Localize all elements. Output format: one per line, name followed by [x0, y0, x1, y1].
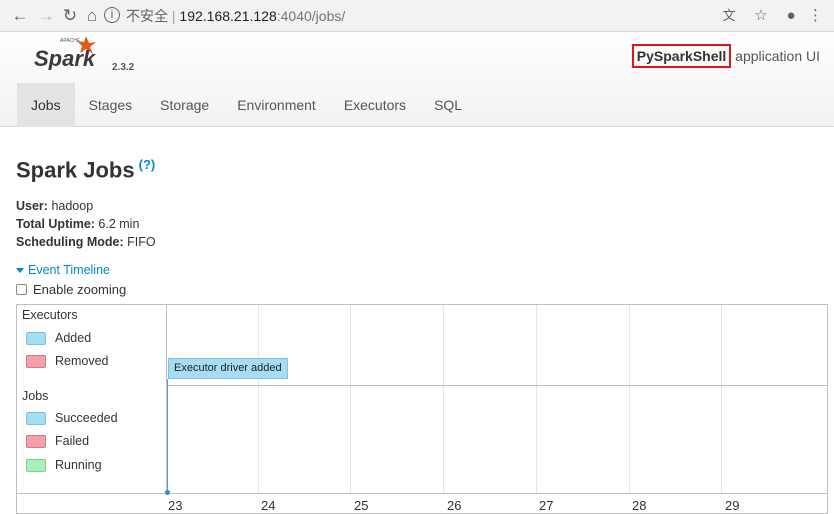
- url-path: :4040/jobs/: [276, 8, 346, 24]
- grid-line: [350, 305, 351, 493]
- axis-label-24: 24: [261, 498, 276, 513]
- event-marker-dot: [165, 490, 170, 495]
- account-icon[interactable]: ●: [782, 6, 800, 26]
- legend-failed: Failed: [26, 434, 89, 448]
- page-title: Spark Jobs (?): [16, 157, 155, 183]
- user-value: hadoop: [47, 199, 94, 213]
- translate-icon[interactable]: 文: [720, 6, 738, 26]
- help-link[interactable]: (?): [139, 157, 156, 172]
- grid-line: [258, 305, 259, 493]
- address-bar[interactable]: 不安全 | 192.168.21.128:4040/jobs/: [126, 7, 345, 25]
- spark-logo[interactable]: APACHE Spark: [34, 36, 104, 70]
- zoom-checkbox[interactable]: [16, 284, 27, 295]
- axis-label-27: 27: [539, 498, 554, 513]
- legend-removed: Removed: [26, 354, 109, 368]
- axis-label-26: 26: [447, 498, 462, 513]
- axis-label-28: 28: [632, 498, 647, 513]
- logo-apache-text: APACHE: [60, 38, 81, 44]
- grid-line: [536, 305, 537, 493]
- spark-version: 2.3.2: [112, 62, 135, 73]
- user-label: User:: [16, 199, 48, 213]
- legend-running-label: Running: [55, 458, 102, 472]
- url-host: 192.168.21.128: [179, 8, 277, 24]
- main-tabs: Jobs Stages Storage Environment Executor…: [17, 83, 476, 127]
- legend-succeeded: Succeeded: [26, 411, 118, 425]
- event-timeline[interactable]: Executors Added Removed Jobs Succeeded F…: [16, 304, 828, 514]
- job-summary: User: hadoop Total Uptime: 6.2 min Sched…: [16, 197, 156, 251]
- axis-label-25: 25: [354, 498, 369, 513]
- browser-toolbar: ← → ↻ ⌂ i 不安全 | 192.168.21.128:4040/jobs…: [0, 0, 834, 32]
- running-swatch: [26, 458, 46, 472]
- app-suffix: application UI: [731, 48, 820, 64]
- enable-zooming[interactable]: Enable zooming: [16, 282, 126, 297]
- legend-added: Added: [26, 331, 91, 345]
- legend-failed-label: Failed: [55, 434, 90, 448]
- tab-stages[interactable]: Stages: [75, 83, 147, 127]
- legend-added-label: Added: [55, 331, 92, 345]
- user-row: User: hadoop: [16, 197, 156, 215]
- event-timeline-label: Event Timeline: [28, 263, 110, 277]
- event-marker-line: [167, 379, 168, 491]
- timeline-labels: Executors Added Removed Jobs Succeeded F…: [17, 305, 167, 493]
- menu-icon[interactable]: ⋮: [808, 6, 823, 26]
- reload-icon[interactable]: ↻: [60, 6, 80, 26]
- added-swatch: [26, 331, 46, 345]
- legend-removed-label: Removed: [55, 354, 109, 368]
- tab-storage[interactable]: Storage: [146, 83, 223, 127]
- zoom-label: Enable zooming: [33, 282, 127, 297]
- insecure-label: 不安全: [126, 8, 168, 24]
- jobs-group-title: Jobs: [22, 389, 49, 403]
- uptime-label: Total Uptime:: [16, 217, 95, 231]
- executors-group-title: Executors: [22, 308, 78, 322]
- forward-icon[interactable]: →: [36, 6, 56, 26]
- mode-value: FIFO: [123, 235, 156, 249]
- axis-label-23: 23: [168, 498, 183, 513]
- failed-swatch: [26, 434, 46, 448]
- tab-sql[interactable]: SQL: [420, 83, 476, 127]
- tab-executors[interactable]: Executors: [330, 83, 420, 127]
- grid-line: [443, 305, 444, 493]
- axis-label-29: 29: [725, 498, 740, 513]
- star-icon[interactable]: ☆: [752, 6, 770, 26]
- grid-line: [629, 305, 630, 493]
- executor-added-event[interactable]: Executor driver added: [168, 358, 288, 379]
- event-timeline-toggle[interactable]: Event Timeline: [16, 263, 110, 277]
- page-title-text: Spark Jobs: [16, 157, 135, 183]
- app-name: PySparkShell: [631, 44, 732, 68]
- grid-line: [721, 305, 722, 493]
- removed-swatch: [26, 354, 46, 368]
- legend-running: Running: [26, 458, 102, 472]
- back-icon[interactable]: ←: [10, 6, 30, 26]
- tab-jobs[interactable]: Jobs: [17, 83, 75, 127]
- legend-succeeded-label: Succeeded: [55, 411, 118, 425]
- spark-navbar: APACHE Spark 2.3.2 PySparkShell applicat…: [0, 32, 834, 127]
- logo-text: Spark: [34, 46, 97, 70]
- uptime-row: Total Uptime: 6.2 min: [16, 215, 156, 233]
- home-icon[interactable]: ⌂: [82, 6, 102, 26]
- info-icon[interactable]: i: [104, 7, 120, 23]
- app-title: PySparkShell application UI: [631, 44, 820, 68]
- succeeded-swatch: [26, 411, 46, 425]
- tab-environment[interactable]: Environment: [223, 83, 330, 127]
- caret-down-icon: [16, 268, 24, 274]
- mode-label: Scheduling Mode:: [16, 235, 124, 249]
- url-separator: |: [171, 8, 176, 24]
- axis-separator: [17, 493, 827, 494]
- uptime-value: 6.2 min: [94, 217, 140, 231]
- mode-row: Scheduling Mode: FIFO: [16, 233, 156, 251]
